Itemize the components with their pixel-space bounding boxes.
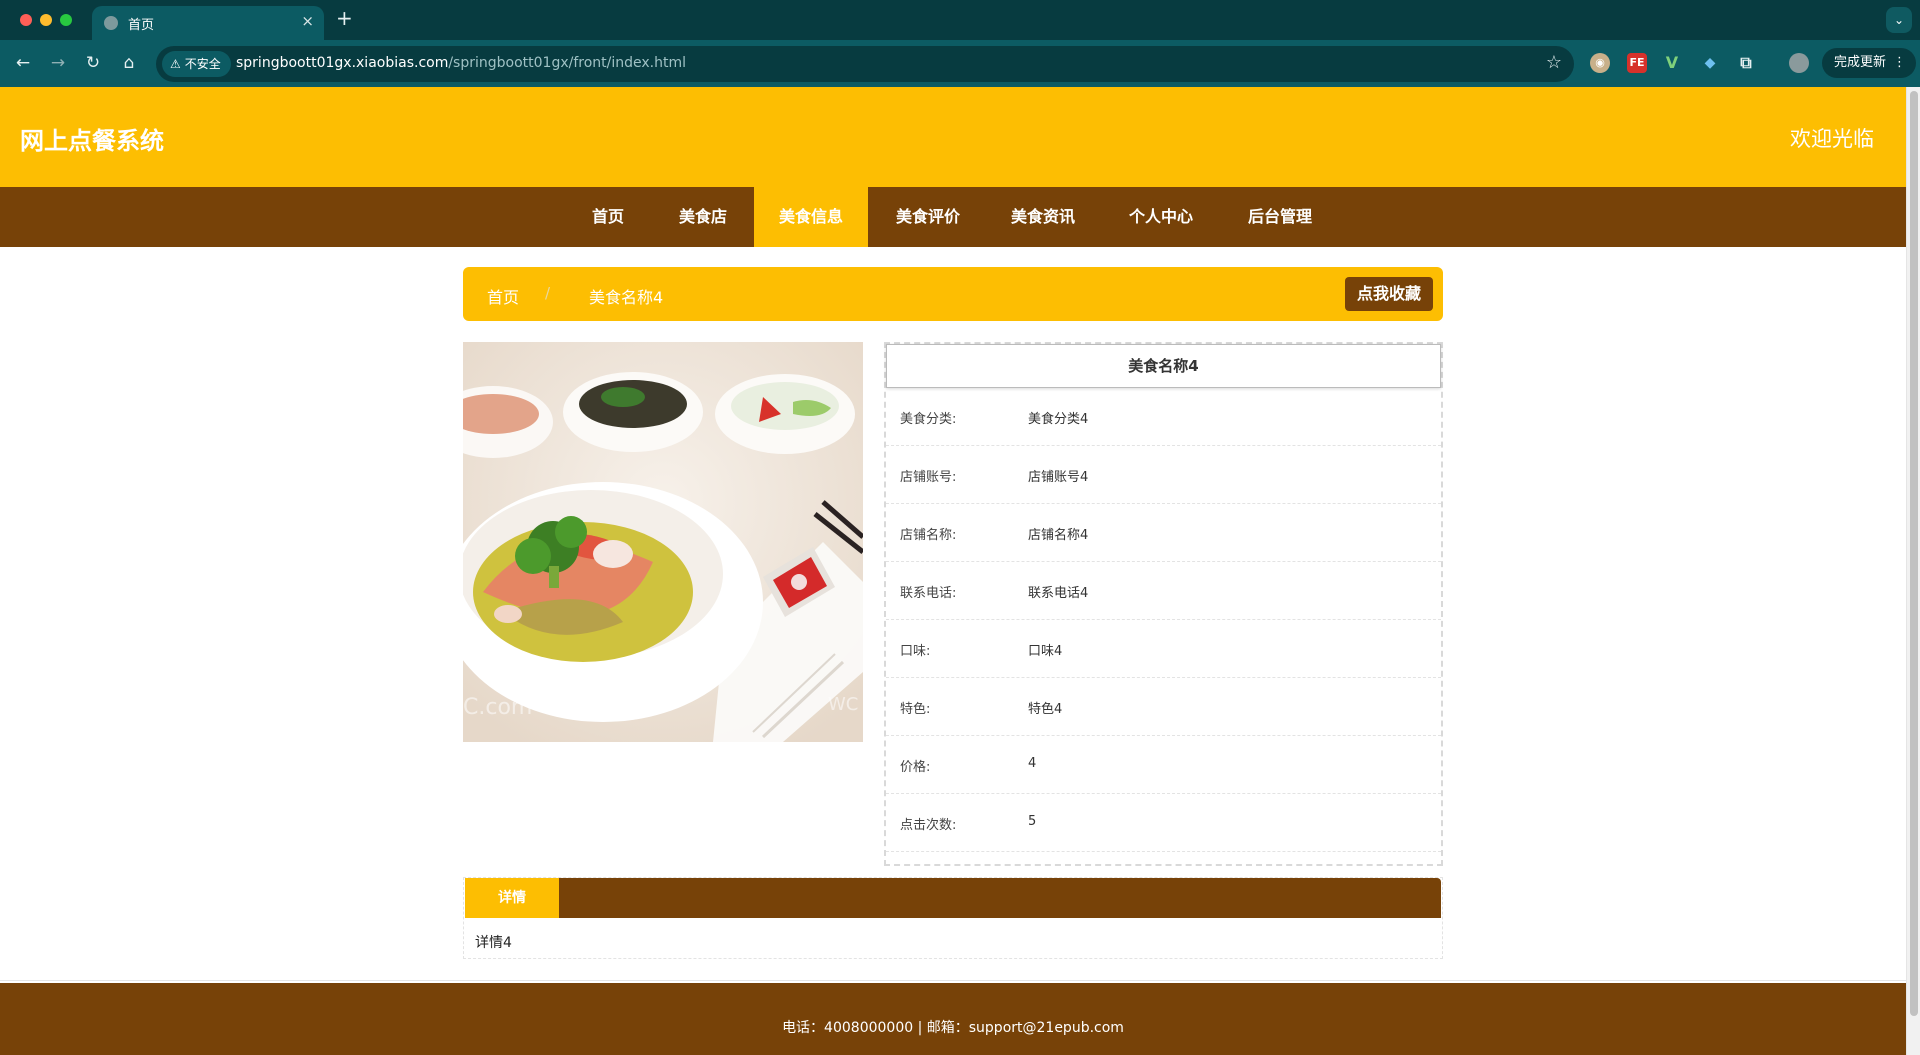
new-tab-icon[interactable]: +: [336, 6, 353, 30]
extension-diamond-icon[interactable]: ◆: [1700, 53, 1720, 73]
window-maximize-button[interactable]: [60, 14, 72, 26]
tab-search-chevron-icon[interactable]: ⌄: [1886, 7, 1912, 33]
browser-tab-bar: 首页 × + ⌄: [0, 0, 1920, 40]
info-row-click-count: 点击次数: 5: [886, 794, 1441, 852]
food-name-title: 美食名称4: [886, 344, 1441, 388]
window-close-button[interactable]: [20, 14, 32, 26]
url-host: springboott01gx.xiaobias.com: [236, 55, 449, 71]
info-value: 联系电话4: [1028, 586, 1089, 601]
site-title: 网上点餐系统: [20, 127, 164, 155]
tab-details-content: 详情4: [475, 935, 512, 951]
welcome-text: 欢迎光临: [1790, 127, 1874, 151]
info-label: 口味:: [900, 644, 931, 659]
info-row-phone: 联系电话: 联系电话4: [886, 562, 1441, 620]
browser-toolbar: ← → ↻ ⌂ ⚠ 不安全 springboott01gx.xiaobias.co…: [0, 40, 1920, 87]
nav-item-admin[interactable]: 后台管理: [1236, 187, 1324, 247]
breadcrumb-home-link[interactable]: 首页: [487, 284, 519, 308]
nav-item-restaurants[interactable]: 美食店: [664, 187, 742, 247]
svg-text:C.com: C.com: [463, 695, 532, 720]
extension-vue-icon[interactable]: V: [1662, 53, 1682, 73]
extensions-puzzle-icon[interactable]: ⧉: [1736, 53, 1756, 73]
forward-arrow-icon[interactable]: →: [45, 50, 71, 76]
site-footer: 电话：4008000000 | 邮箱：support@21epub.com: [0, 983, 1906, 1055]
nav-item-home[interactable]: 首页: [578, 187, 638, 247]
footer-contact-text: 电话：4008000000 | 邮箱：support@21epub.com: [782, 1020, 1124, 1036]
warning-icon: ⚠: [170, 57, 181, 71]
info-value: 4: [1028, 756, 1037, 771]
browser-tab-title: 首页: [128, 18, 155, 33]
kebab-menu-icon[interactable]: ⋮: [1893, 48, 1906, 78]
extension-fe-icon[interactable]: FE: [1627, 53, 1647, 73]
info-row-shop-name: 店铺名称: 店铺名称4: [886, 504, 1441, 562]
info-value: 特色4: [1028, 702, 1063, 717]
tab-header: 详情: [465, 878, 1441, 918]
security-indicator[interactable]: ⚠ 不安全: [162, 51, 231, 77]
profile-avatar[interactable]: [1789, 53, 1809, 73]
favorite-button[interactable]: 点我收藏: [1344, 277, 1433, 311]
info-value: 美食分类4: [1028, 412, 1089, 427]
bookmark-star-icon[interactable]: ☆: [1546, 52, 1562, 73]
info-value: 店铺账号4: [1028, 470, 1089, 485]
extension-owl-icon[interactable]: ◉: [1590, 53, 1610, 73]
footer-divider: [0, 980, 1906, 981]
info-label: 店铺账号:: [900, 470, 957, 485]
info-label: 特色:: [900, 702, 931, 717]
scrollbar-thumb[interactable]: [1910, 91, 1918, 1016]
main-nav: 首页 美食店 美食信息 美食评价 美食资讯 个人中心 后台管理: [0, 187, 1906, 247]
svg-text:WC: WC: [828, 694, 858, 715]
breadcrumb: 首页 / 美食名称4 点我收藏: [463, 267, 1443, 321]
info-row-taste: 口味: 口味4: [886, 620, 1441, 678]
nav-item-food-news[interactable]: 美食资讯: [999, 187, 1087, 247]
url-path: /springboott01gx/front/index.html: [448, 55, 687, 71]
food-image: C.com WC: [463, 342, 863, 742]
food-photo-illustration: C.com WC: [463, 342, 863, 742]
home-icon[interactable]: ⌂: [116, 50, 142, 76]
breadcrumb-current: 美食名称4: [589, 288, 664, 307]
info-value: 店铺名称4: [1028, 528, 1089, 543]
site-header: 网上点餐系统 欢迎光临: [0, 87, 1906, 187]
breadcrumb-separator: /: [545, 284, 551, 302]
tab-close-icon[interactable]: ×: [301, 12, 314, 30]
food-info-panel: 美食名称4 美食分类: 美食分类4 店铺账号: 店铺账号4 店铺名称: 店铺名称…: [884, 342, 1443, 866]
page-viewport: 网上点餐系统 欢迎光临 首页 美食店 美食信息 美食评价 美食资讯 个人中心 后…: [0, 87, 1906, 1055]
info-value: 5: [1028, 814, 1037, 829]
url-text[interactable]: springboott01gx.xiaobias.com/springboott…: [236, 55, 686, 71]
tab-details[interactable]: 详情: [465, 878, 559, 918]
reload-icon[interactable]: ↻: [80, 50, 106, 76]
info-row-category: 美食分类: 美食分类4: [886, 388, 1441, 446]
info-row-price: 价格: 4: [886, 736, 1441, 794]
browser-tab[interactable]: 首页 ×: [92, 6, 324, 40]
nav-item-user-center[interactable]: 个人中心: [1117, 187, 1205, 247]
detail-tab-section: 详情 详情4: [463, 877, 1443, 959]
globe-icon: [104, 16, 118, 30]
update-button[interactable]: 完成更新 ⋮: [1822, 48, 1916, 78]
info-row-shop-account: 店铺账号: 店铺账号4: [886, 446, 1441, 504]
info-label: 店铺名称:: [900, 528, 957, 543]
info-label: 美食分类:: [900, 412, 957, 427]
security-label: 不安全: [184, 57, 221, 71]
page-scrollbar[interactable]: [1906, 87, 1920, 1055]
info-label: 点击次数:: [900, 818, 957, 833]
nav-item-food-info[interactable]: 美食信息: [754, 187, 868, 247]
window-minimize-button[interactable]: [40, 14, 52, 26]
address-bar[interactable]: ⚠ 不安全 springboott01gx.xiaobias.com/spring…: [156, 46, 1574, 82]
info-label: 联系电话:: [900, 586, 957, 601]
back-arrow-icon[interactable]: ←: [10, 50, 36, 76]
info-value: 口味4: [1028, 644, 1063, 659]
info-label: 价格:: [900, 760, 931, 775]
info-row-feature: 特色: 特色4: [886, 678, 1441, 736]
update-label: 完成更新: [1834, 55, 1887, 70]
nav-item-food-reviews[interactable]: 美食评价: [884, 187, 972, 247]
